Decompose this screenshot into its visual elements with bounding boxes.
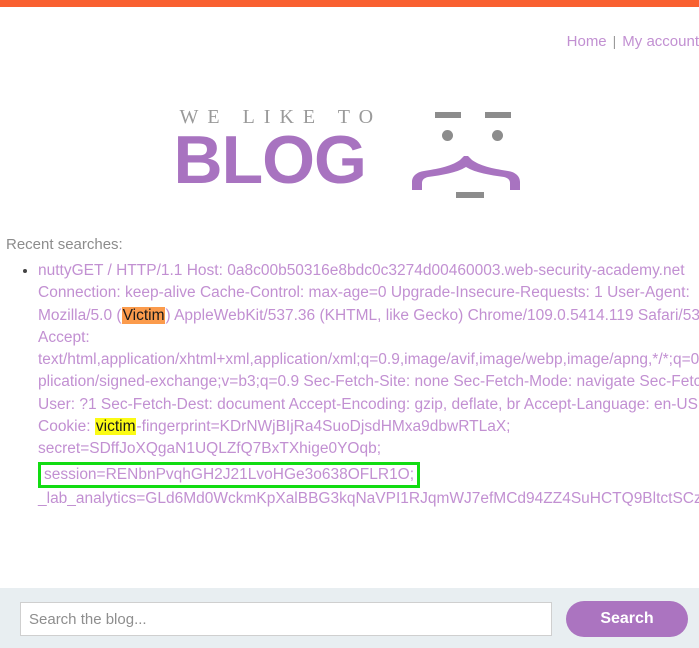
entry-text-part4: _lab_analytics=GLd6Md0WckmKpXalBBG3kqNaV…	[38, 489, 699, 507]
highlight-victim-orange: Victim	[121, 306, 166, 324]
mustache-face-icon	[410, 104, 530, 204]
recent-searches-section: Recent searches: nuttyGET / HTTP/1.1 Hos…	[0, 236, 699, 510]
nav-link-my-account[interactable]: My account	[622, 33, 699, 50]
section-label: Recent searches:	[6, 236, 123, 253]
logo-title: BLOG	[173, 122, 367, 198]
entry-text-part2: ) AppleWebKit/537.36 (KHTML, like Gecko)…	[38, 306, 699, 436]
search-button[interactable]: Search	[566, 601, 688, 637]
site-logo[interactable]: WE LIKE TO BLOG	[0, 100, 699, 210]
search-form: Search	[20, 601, 688, 637]
search-input[interactable]	[20, 602, 552, 636]
mouth-icon	[455, 192, 484, 198]
nav-link-home[interactable]: Home	[567, 33, 607, 50]
eye-left-icon	[441, 130, 453, 141]
highlight-victim-yellow: victim	[94, 418, 137, 436]
mustache-icon	[411, 156, 520, 190]
eyebrow-left-icon	[434, 112, 461, 118]
recent-searches-list: nuttyGET / HTTP/1.1 Host: 0a8c00b50316e8…	[0, 259, 699, 510]
session-cookie-highlight-box: session=RENbnPvqhGH2J21LvoHGe3o638OFLR1O…	[38, 461, 421, 488]
account-nav: Home | My account	[439, 33, 699, 50]
top-accent-bar	[0, 0, 699, 7]
list-item: nuttyGET / HTTP/1.1 Host: 0a8c00b50316e8…	[38, 259, 699, 510]
eyebrow-right-icon	[484, 112, 511, 118]
nav-separator: |	[612, 33, 617, 49]
eye-right-icon	[491, 130, 503, 141]
